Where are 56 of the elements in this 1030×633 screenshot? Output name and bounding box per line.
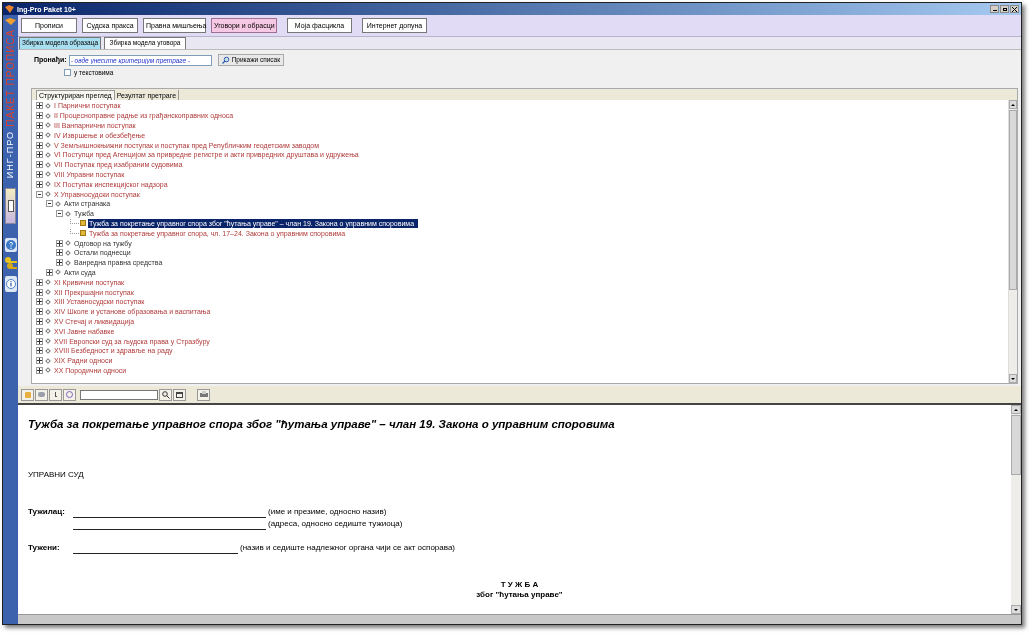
field-hint: (име и презиме, односно назив) [268,506,387,519]
expand-icon[interactable] [36,357,43,365]
scrollbar[interactable] [1008,100,1017,383]
find-field[interactable] [80,389,158,400]
expand-icon[interactable] [36,317,43,325]
field-label: Тужилац: [28,506,66,519]
expand-icon[interactable] [36,347,43,355]
expand-icon[interactable] [36,141,43,149]
expand-icon[interactable] [36,308,43,316]
document-text: УПРАВНИ СУД [28,469,85,482]
app-icon [5,5,14,13]
minimize-button[interactable] [990,5,999,13]
expand-icon[interactable] [36,161,43,169]
expand-icon[interactable] [36,170,43,178]
collapse-icon[interactable] [56,210,63,218]
toolbar-icon[interactable] [49,388,62,401]
field-label: Тужени: [28,542,61,555]
find-button[interactable] [159,388,172,401]
expand-icon[interactable] [36,112,43,120]
document-heading: због "ћутања управе" [475,590,564,601]
expand-icon[interactable] [36,298,43,306]
expand-icon[interactable] [56,249,63,257]
expand-icon[interactable] [36,131,43,139]
expand-icon[interactable] [36,278,43,286]
expand-icon[interactable] [36,327,43,335]
expand-icon[interactable] [56,239,63,247]
close-button[interactable] [1010,5,1019,13]
help-icon[interactable] [4,237,17,252]
restore-button[interactable] [1000,5,1009,13]
expand-icon[interactable] [36,122,43,129]
logo-icon [5,18,16,25]
search-icon [221,56,230,64]
collapse-icon[interactable] [46,200,53,208]
toolbar-icon[interactable] [63,388,76,401]
expand-icon[interactable] [56,259,63,267]
panel-toggle-icon[interactable] [5,187,16,224]
window-icon[interactable] [173,388,186,401]
info-icon[interactable] [4,275,17,292]
brand-text: ПАКЕТ ПРОПИСА [5,29,16,127]
print-button[interactable] [197,388,210,401]
document-title: Тужба за покретање управног спора због "ћутања управе" – члан 19. Закона о управним споровима [28,417,616,432]
field-hint: (адреса, односно седиште тужиоца) [268,518,403,531]
collapse-icon[interactable] [36,190,43,198]
scrollbar[interactable] [1011,405,1021,614]
expand-icon[interactable] [36,151,43,159]
expand-icon[interactable] [46,268,53,276]
brand-text: ИНГ-ПРО [6,130,15,178]
document-heading: Т У Ж Б А [499,580,540,591]
expand-icon[interactable] [36,288,43,296]
expand-icon[interactable] [36,180,43,188]
field-hint: (назив и седиште надлежног органа чији се акт оспорава) [240,542,456,555]
keys-icon[interactable] [4,255,17,272]
expand-icon[interactable] [36,337,43,345]
fulltext-checkbox[interactable] [64,69,71,77]
expand-icon[interactable] [36,102,43,110]
expand-icon[interactable] [36,366,43,374]
